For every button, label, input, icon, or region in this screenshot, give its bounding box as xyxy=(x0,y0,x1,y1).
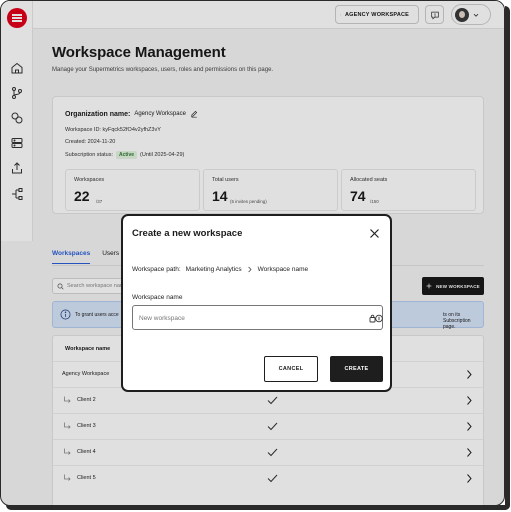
workspace-path: Workspace path: Marketing Analytics Work… xyxy=(132,266,308,273)
frame-shadow-right xyxy=(505,6,510,510)
path-current: Workspace name xyxy=(257,266,309,273)
cancel-button[interactable]: CANCEL xyxy=(264,356,318,382)
password-manager-icon[interactable] xyxy=(369,314,383,323)
path-label: Workspace path: xyxy=(132,266,181,273)
workspace-name-field-wrapper xyxy=(132,305,383,330)
create-button[interactable]: CREATE xyxy=(330,356,383,382)
workspace-name-label: Workspace name xyxy=(132,294,183,301)
path-parent: Marketing Analytics xyxy=(185,266,242,273)
close-icon[interactable] xyxy=(369,228,380,239)
dialog-title: Create a new workspace xyxy=(132,228,243,239)
chevron-right-icon xyxy=(248,266,252,273)
create-workspace-dialog: Create a new workspace Workspace path: M… xyxy=(121,214,392,392)
app-window: AGENCY WORKSPACE Workspace Management Ma… xyxy=(0,0,505,506)
workspace-name-input[interactable] xyxy=(139,312,339,324)
